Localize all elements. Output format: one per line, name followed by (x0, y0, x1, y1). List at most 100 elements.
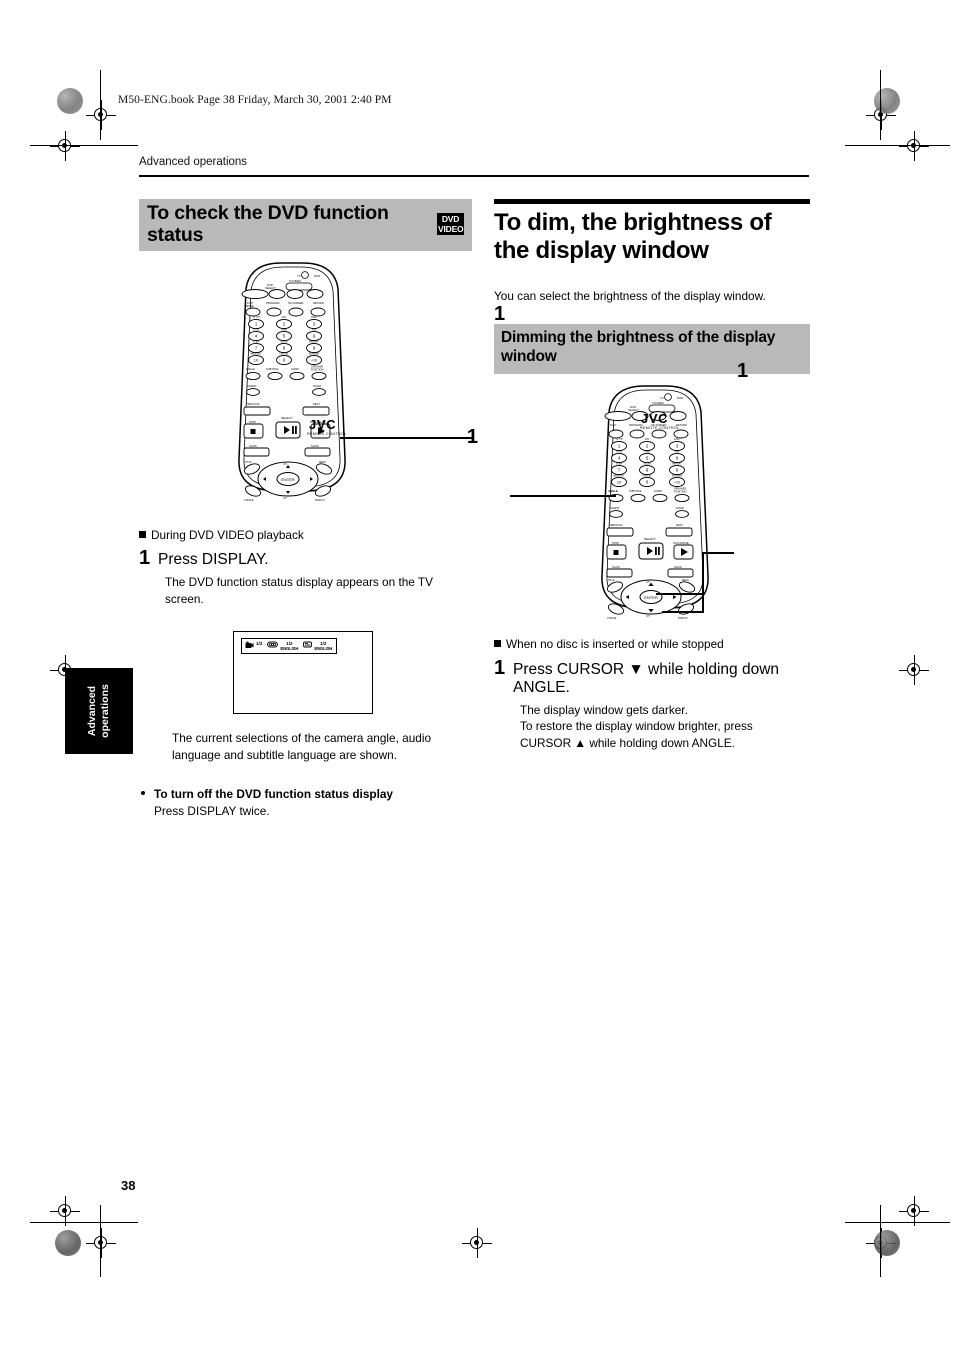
svg-text:MEMORY: MEMORY (614, 475, 625, 478)
svg-text:STEP: STEP (253, 340, 260, 343)
svg-text:PROGRAM: PROGRAM (266, 301, 279, 305)
step-detail-left: The DVD function status display appears … (165, 574, 433, 606)
page-title-left: To check the DVD function status (147, 202, 389, 247)
svg-text:DISPLAY: DISPLAY (678, 617, 688, 620)
right-column: To dim, the brightness of the display wi… (494, 199, 810, 752)
svg-text:REPEAT: REPEAT (309, 340, 319, 343)
section-heading-bar: To check the DVD function status DVD VID… (139, 199, 472, 251)
step-detail-right-line2: To restore the display window brighter, … (520, 719, 753, 734)
osd-angle-group: 1/2 (245, 641, 262, 649)
dvd-video-badge: DVD VIDEO (437, 213, 464, 236)
osd-angle-values: 1/2 (256, 641, 262, 646)
step-title-right-line2: ANGLE. (513, 679, 570, 697)
page-title-right: To dim, the brightness of the display wi… (494, 209, 810, 267)
left-column: To check the DVD function status DVD VID… (139, 199, 478, 820)
halftone-dot-bottom-left (55, 1230, 81, 1256)
svg-text:STEP: STEP (616, 463, 623, 466)
svg-text:SELECT: SELECT (644, 537, 656, 541)
osd-audio-values: 1/2 ENGLISH (280, 641, 298, 651)
osd-audio-language: ENGLISH (280, 646, 299, 652)
side-tab-line1: Advanced (85, 685, 98, 737)
step-1-right: 1 Press CURSOR ▼ while holding down ANGL… (494, 658, 810, 698)
osd-audio-group: 1/2 ENGLISH (267, 641, 298, 651)
svg-text:AUDIO: AUDIO (291, 367, 299, 371)
svg-text:NEXT: NEXT (676, 523, 683, 527)
crop-line-top-right-h (845, 145, 950, 147)
callout-number-left: 1 (466, 426, 478, 448)
svg-text:10: 10 (254, 357, 259, 362)
section-side-tab: Advanced operations (65, 668, 133, 754)
svg-text:ANGLE: ANGLE (246, 367, 255, 371)
section-side-tab-label: Advanced operations (86, 684, 112, 738)
tip-block-left: To turn off the DVD function status disp… (139, 786, 472, 820)
svg-text:DIGEST: DIGEST (247, 384, 257, 388)
svg-text:MENU: MENU (682, 579, 689, 582)
svg-text:NUMBER: NUMBER (309, 352, 320, 355)
square-bullet-icon (139, 530, 146, 538)
subsection-title: Dimming the brightness of the display wi… (501, 329, 776, 366)
page-title-right-line2: the display window (494, 237, 709, 265)
intro-text-right: You can select the brightness of the dis… (494, 289, 766, 304)
svg-text:PLAY: PLAY (610, 423, 617, 427)
dvd-badge-line2: VIDEO (438, 223, 464, 234)
context-line-right: When no disc is inserted or while stoppe… (494, 636, 810, 653)
svg-text:DISC: DISC (311, 316, 317, 319)
svg-text:+10: +10 (674, 481, 680, 485)
svg-text:MODE: MODE (246, 304, 254, 308)
crop-line-bottom-right-h (845, 1222, 950, 1224)
crop-line-bottom-right-v (880, 1205, 882, 1277)
osd-status-bar: 1/2 1/2 ENGLISH 1/2 ENGLISH (241, 638, 338, 655)
svg-text:ENTER: ENTER (281, 477, 295, 482)
halftone-dot-top-left (57, 88, 83, 114)
svg-text:TITLE: TITLE (608, 579, 615, 582)
osd-subtitle-values: 1/2 ENGLISH (314, 641, 332, 651)
halftone-dot-top-right (874, 88, 900, 114)
header-rule (139, 175, 809, 177)
svg-text:SLOW: SLOW (643, 463, 651, 466)
camera-angle-icon (245, 642, 254, 649)
remote-brand-left: JVC (309, 417, 337, 432)
crop-line-top-left-v (100, 70, 102, 140)
svg-text:RETURN: RETURN (313, 301, 324, 305)
osd-angle-fraction: 1/2 (256, 641, 263, 647)
svg-text:STOP: STOP (249, 420, 256, 424)
svg-text:TV: TV (660, 396, 664, 400)
svg-text:CH: CH (283, 497, 287, 500)
remote-brand-right: JVC (641, 411, 669, 426)
osd-subtitle-group: 1/2 ENGLISH (303, 641, 332, 651)
svg-text:DVD: DVD (677, 396, 684, 400)
svg-text:DIGEST: DIGEST (610, 506, 620, 510)
svg-text:TITLE: TITLE (253, 328, 260, 331)
step-number-right: 1 (494, 656, 506, 679)
remote-control-figure-left: TV DVD DVD SELECT TV/VIDEO PLAY MODE PRO… (139, 261, 472, 511)
svg-text:TV/VIDEO: TV/VIDEO (289, 279, 301, 283)
svg-text:ZOOM: ZOOM (313, 384, 321, 388)
svg-text:TV: TV (297, 274, 301, 278)
running-head: Advanced operations (139, 156, 248, 168)
remote-sublabel-left: REMOTE CONTROL (307, 432, 347, 436)
context-line-left-text: During DVD VIDEO playback (151, 527, 304, 542)
svg-text:STOP: STOP (612, 541, 619, 545)
svg-text:SLOW: SLOW (311, 444, 319, 448)
svg-text:SUBTITLE: SUBTITLE (629, 489, 642, 493)
audio-icon (267, 641, 279, 648)
crop-line-bottom-left-v (100, 1205, 102, 1277)
svg-text:REPEAT: REPEAT (672, 463, 682, 466)
subsection-heading-bar: Dimming the brightness of the display wi… (494, 324, 810, 374)
svg-text:DISPLAY: DISPLAY (315, 499, 325, 502)
step-detail-right-line1: The display window gets darker. (520, 702, 688, 717)
crop-line-top-left-h (30, 145, 138, 147)
tip-title-left: To turn off the DVD function status disp… (154, 786, 393, 801)
file-header-stamp: M50-ENG.book Page 38 Friday, March 30, 2… (118, 94, 392, 106)
crop-line-top-right-v (880, 70, 882, 140)
step-detail-right: The display window gets darker. To resto… (520, 702, 810, 752)
svg-text:POSITION: POSITION (674, 490, 687, 494)
step-title-left: Press DISPLAY. (158, 551, 269, 569)
svg-text:TITLE: TITLE (616, 451, 623, 454)
callout-number-right-cursor: 1 (737, 360, 749, 382)
remote-control-illustration-left: TV DVD DVD SELECT TV/VIDEO PLAY MODE PRO… (238, 262, 346, 502)
step-title-right: Press CURSOR ▼ while holding down ANGLE. (513, 661, 779, 698)
svg-text:PLAY/PAUSE: PLAY/PAUSE (673, 541, 689, 545)
page-number: 38 (121, 1178, 136, 1193)
svg-text:SUBTITLE: SUBTITLE (266, 367, 279, 371)
